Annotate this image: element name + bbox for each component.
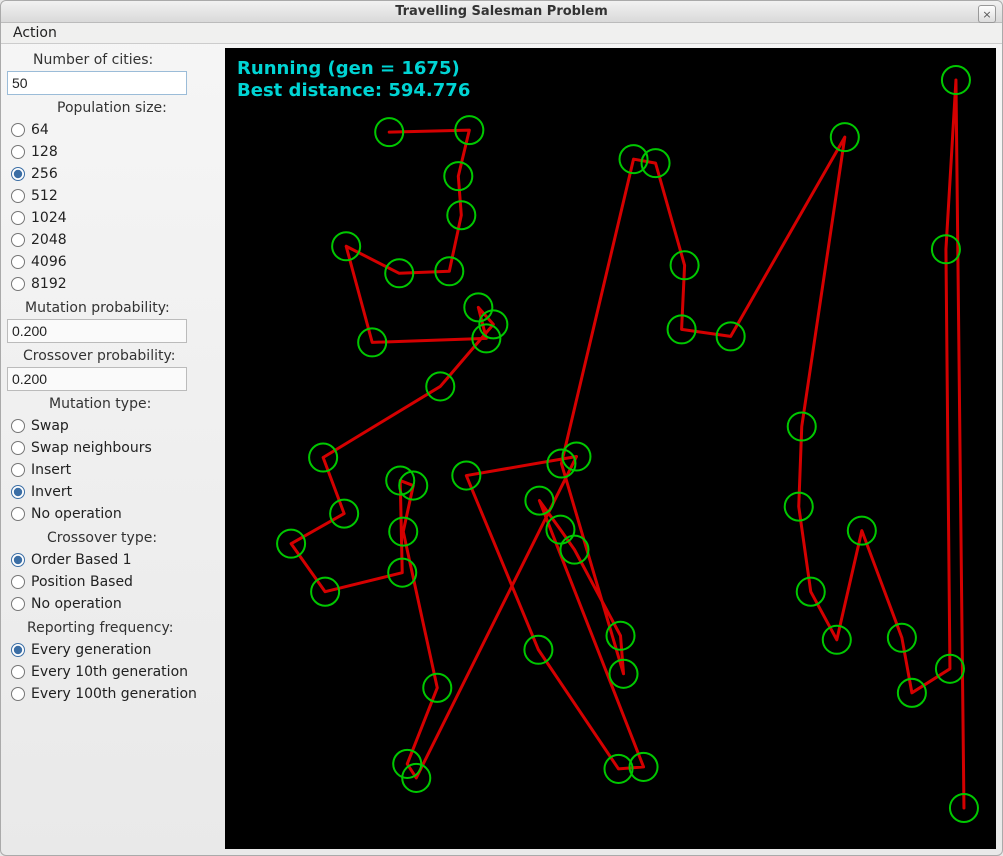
mut-type-label-0: Swap	[31, 418, 69, 434]
cross-type-label-0: Order Based 1	[31, 552, 132, 568]
pop-size-label-2: 256	[31, 166, 58, 182]
mut-prob-input[interactable]	[7, 319, 187, 343]
titlebar: Travelling Salesman Problem ×	[1, 1, 1002, 23]
mut-prob-label: Mutation probability:	[7, 296, 221, 318]
mut-type-option-2[interactable]: Insert	[7, 459, 221, 481]
report-freq-label-1: Every 10th generation	[31, 664, 188, 680]
canvas-area: Running (gen = 1675) Best distance: 594.…	[225, 48, 996, 849]
pop-size-label-1: 128	[31, 144, 58, 160]
pop-size-label-3: 512	[31, 188, 58, 204]
pop-size-label-4: 1024	[31, 210, 67, 226]
pop-size-radio-1[interactable]	[11, 145, 25, 159]
menu-action[interactable]: Action	[7, 23, 63, 43]
window-title: Travelling Salesman Problem	[395, 4, 608, 19]
mut-type-radio-4[interactable]	[11, 507, 25, 521]
pop-size-option-1[interactable]: 128	[7, 141, 221, 163]
app-window: Travelling Salesman Problem × Action Num…	[0, 0, 1003, 856]
cross-prob-label: Crossover probability:	[7, 344, 221, 366]
menubar: Action	[1, 23, 1002, 44]
pop-size-radio-2[interactable]	[11, 167, 25, 181]
cross-type-option-1[interactable]: Position Based	[7, 571, 221, 593]
report-freq-label: Reporting frequency:	[7, 616, 221, 638]
pop-size-label-0: 64	[31, 122, 49, 138]
mut-type-option-4[interactable]: No operation	[7, 503, 221, 525]
mut-type-radio-0[interactable]	[11, 419, 25, 433]
client-area: Number of cities: Population size: 64 128…	[1, 44, 1002, 855]
close-button[interactable]: ×	[978, 5, 996, 23]
mut-type-label-4: No operation	[31, 506, 122, 522]
pop-size-option-3[interactable]: 512	[7, 185, 221, 207]
num-cities-label: Number of cities:	[7, 48, 221, 70]
pop-size-option-6[interactable]: 4096	[7, 251, 221, 273]
mut-type-option-3[interactable]: Invert	[7, 481, 221, 503]
cross-prob-input[interactable]	[7, 367, 187, 391]
pop-size-radio-6[interactable]	[11, 255, 25, 269]
mut-type-label-1: Swap neighbours	[31, 440, 152, 456]
report-freq-radio-2[interactable]	[11, 687, 25, 701]
report-freq-option-2[interactable]: Every 100th generation	[7, 683, 221, 705]
sidebar: Number of cities: Population size: 64 128…	[7, 48, 221, 849]
status-line-2: Best distance: 594.776	[237, 80, 470, 101]
report-freq-label-2: Every 100th generation	[31, 686, 197, 702]
pop-size-option-5[interactable]: 2048	[7, 229, 221, 251]
mut-type-radio-2[interactable]	[11, 463, 25, 477]
mut-type-radio-3[interactable]	[11, 485, 25, 499]
close-icon: ×	[982, 8, 991, 21]
cross-type-radio-1[interactable]	[11, 575, 25, 589]
pop-size-radio-7[interactable]	[11, 277, 25, 291]
status-line-1: Running (gen = 1675)	[237, 58, 460, 79]
pop-size-option-0[interactable]: 64	[7, 119, 221, 141]
mut-type-option-0[interactable]: Swap	[7, 415, 221, 437]
cross-type-option-0[interactable]: Order Based 1	[7, 549, 221, 571]
num-cities-input[interactable]	[7, 71, 187, 95]
report-freq-label-0: Every generation	[31, 642, 151, 658]
pop-size-radio-4[interactable]	[11, 211, 25, 225]
pop-size-option-2[interactable]: 256	[7, 163, 221, 185]
cross-type-option-2[interactable]: No operation	[7, 593, 221, 615]
cross-type-radio-2[interactable]	[11, 597, 25, 611]
report-freq-radio-1[interactable]	[11, 665, 25, 679]
cross-type-group: Order Based 1 Position Based No operation	[7, 549, 221, 615]
pop-size-radio-3[interactable]	[11, 189, 25, 203]
mut-type-radio-1[interactable]	[11, 441, 25, 455]
report-freq-radio-0[interactable]	[11, 643, 25, 657]
pop-size-option-7[interactable]: 8192	[7, 273, 221, 295]
report-freq-group: Every generation Every 10th generation Eve…	[7, 639, 221, 705]
cross-type-label: Crossover type:	[7, 526, 221, 548]
tsp-canvas: Running (gen = 1675) Best distance: 594.…	[225, 48, 996, 849]
mut-type-label: Mutation type:	[7, 392, 221, 414]
pop-size-label-7: 8192	[31, 276, 67, 292]
pop-size-label-6: 4096	[31, 254, 67, 270]
pop-size-group: 64 128 256 512 1024 2048 4096 8192	[7, 119, 221, 295]
mut-type-label-2: Insert	[31, 462, 71, 478]
mut-type-group: Swap Swap neighbours Insert Invert No operat…	[7, 415, 221, 525]
mut-type-label-3: Invert	[31, 484, 72, 500]
cross-type-radio-0[interactable]	[11, 553, 25, 567]
pop-size-radio-5[interactable]	[11, 233, 25, 247]
pop-size-option-4[interactable]: 1024	[7, 207, 221, 229]
pop-size-label: Population size:	[7, 96, 221, 118]
pop-size-radio-0[interactable]	[11, 123, 25, 137]
pop-size-label-5: 2048	[31, 232, 67, 248]
report-freq-option-1[interactable]: Every 10th generation	[7, 661, 221, 683]
cross-type-label-2: No operation	[31, 596, 122, 612]
route-polyline	[291, 80, 964, 808]
report-freq-option-0[interactable]: Every generation	[7, 639, 221, 661]
mut-type-option-1[interactable]: Swap neighbours	[7, 437, 221, 459]
cross-type-label-1: Position Based	[31, 574, 133, 590]
